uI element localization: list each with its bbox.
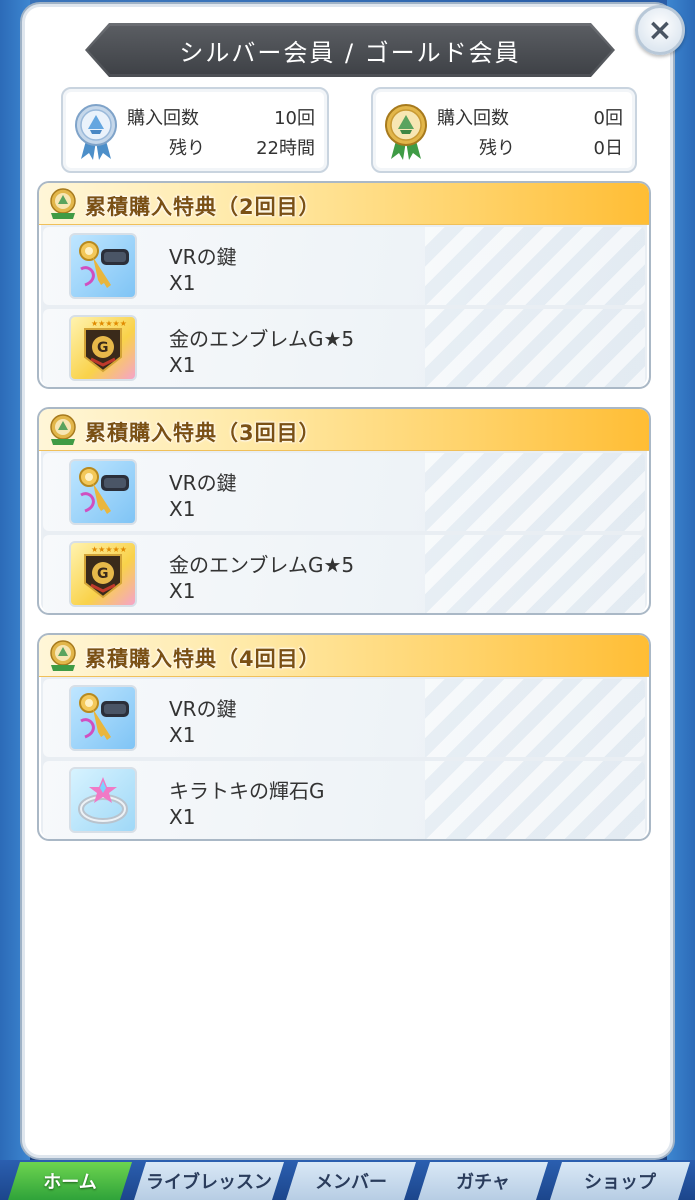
gold-purchase-count-row: 購入回数 0回 xyxy=(437,103,623,131)
gold-status-panel: 購入回数 0回 残り 0日 xyxy=(371,87,637,173)
silver-purchase-count-value: 10回 xyxy=(274,108,315,129)
membership-modal: シルバー会員 / ゴールド会員 × 購入回数 10回 残り 22時間 購入回数 … xyxy=(22,4,685,1158)
gold-remaining-value: 0日 xyxy=(593,138,623,159)
gold-emblem-icon: ★★★★★ G xyxy=(69,315,137,381)
silver-status-panel: 購入回数 10回 残り 22時間 xyxy=(61,87,329,173)
svg-text:G: G xyxy=(97,340,109,356)
svg-text:★★★★★: ★★★★★ xyxy=(91,545,127,554)
reward-group-header: 累積購入特典（3回目） xyxy=(39,409,649,451)
nav-tab-home[interactable]: ホーム xyxy=(8,1162,132,1200)
silver-remaining-label: 残り xyxy=(169,138,205,159)
reward-item-quantity: X1 xyxy=(169,271,196,295)
reward-group-2nd: 累積購入特典（2回目） VRの鍵 X1 ★★★★★ G 金のエンブレムG★5 X… xyxy=(37,181,651,389)
reward-item-name: 金のエンブレムG★5 xyxy=(169,553,355,577)
vr-key-icon xyxy=(69,685,137,751)
nav-tab-live-lesson-label: ライブレッスン xyxy=(146,1172,272,1193)
reward-item: VRの鍵 X1 xyxy=(43,453,645,531)
reward-item: ★★★★★ G 金のエンブレムG★5 X1 xyxy=(43,535,645,613)
reward-group-header: 累積購入特典（4回目） xyxy=(39,635,649,677)
nav-tab-home-label: ホーム xyxy=(43,1172,97,1193)
reward-group-4th: 累積購入特典（4回目） VRの鍵 X1 キラトキの輝石G X1 xyxy=(37,633,651,841)
reward-item-name: VRの鍵 xyxy=(169,697,237,721)
nav-tab-member-label: メンバー xyxy=(315,1172,387,1193)
reward-item: VRの鍵 X1 xyxy=(43,227,645,305)
vr-key-icon xyxy=(69,459,137,525)
modal-title-banner: シルバー会員 / ゴールド会員 xyxy=(85,23,615,77)
gold-purchase-count-label: 購入回数 xyxy=(437,108,509,129)
nav-tab-gacha-label: ガチャ xyxy=(456,1172,510,1193)
nav-tab-shop-label: ショップ xyxy=(584,1172,656,1193)
modal-title: シルバー会員 / ゴールド会員 xyxy=(179,38,521,67)
reward-item-quantity: X1 xyxy=(169,805,196,829)
gold-remaining-label: 残り xyxy=(479,138,515,159)
gold-purchase-count-value: 0回 xyxy=(593,108,623,129)
gold-medal-small-icon xyxy=(50,188,76,219)
close-icon: × xyxy=(647,12,673,48)
nav-tab-shop[interactable]: ショップ xyxy=(550,1162,690,1200)
reward-item-quantity: X1 xyxy=(169,353,196,377)
gold-medal-small-icon xyxy=(50,640,76,671)
close-button[interactable]: × xyxy=(635,5,685,55)
nav-tab-gacha[interactable]: ガチャ xyxy=(418,1162,548,1200)
silver-purchase-count-label: 購入回数 xyxy=(127,108,199,129)
reward-item-quantity: X1 xyxy=(169,723,196,747)
reward-group-3rd: 累積購入特典（3回目） VRの鍵 X1 ★★★★★ G 金のエンブレムG★5 X… xyxy=(37,407,651,615)
reward-group-title: 累積購入特典（4回目） xyxy=(85,647,321,671)
svg-text:G: G xyxy=(97,566,109,582)
gold-remaining-row: 残り 0日 xyxy=(437,133,623,161)
reward-item-name: VRの鍵 xyxy=(169,245,237,269)
reward-group-title: 累積購入特典（2回目） xyxy=(85,195,321,219)
vr-key-icon xyxy=(69,233,137,299)
reward-item-name: キラトキの輝石G xyxy=(169,779,325,803)
silver-medal-icon xyxy=(75,104,117,160)
bottom-navigation: ホーム ライブレッスン メンバー ガチャ ショップ xyxy=(0,1160,695,1200)
reward-item-name: 金のエンブレムG★5 xyxy=(169,327,355,351)
reward-item: ★★★★★ G 金のエンブレムG★5 X1 xyxy=(43,309,645,387)
silver-remaining-value: 22時間 xyxy=(256,138,315,159)
reward-item-name: VRの鍵 xyxy=(169,471,237,495)
sparkle-ring-icon xyxy=(69,767,137,833)
reward-item-quantity: X1 xyxy=(169,497,196,521)
gold-medal-small-icon xyxy=(50,414,76,445)
silver-purchase-count-row: 購入回数 10回 xyxy=(127,103,315,131)
nav-tab-live-lesson[interactable]: ライブレッスン xyxy=(134,1162,284,1200)
reward-item: VRの鍵 X1 xyxy=(43,679,645,757)
silver-remaining-row: 残り 22時間 xyxy=(127,133,315,161)
reward-group-title: 累積購入特典（3回目） xyxy=(85,421,321,445)
gold-medal-icon xyxy=(385,104,427,160)
gold-emblem-icon: ★★★★★ G xyxy=(69,541,137,607)
reward-item-quantity: X1 xyxy=(169,579,196,603)
svg-text:★★★★★: ★★★★★ xyxy=(91,319,127,328)
reward-group-header: 累積購入特典（2回目） xyxy=(39,183,649,225)
nav-tab-member[interactable]: メンバー xyxy=(286,1162,416,1200)
reward-item: キラトキの輝石G X1 xyxy=(43,761,645,839)
